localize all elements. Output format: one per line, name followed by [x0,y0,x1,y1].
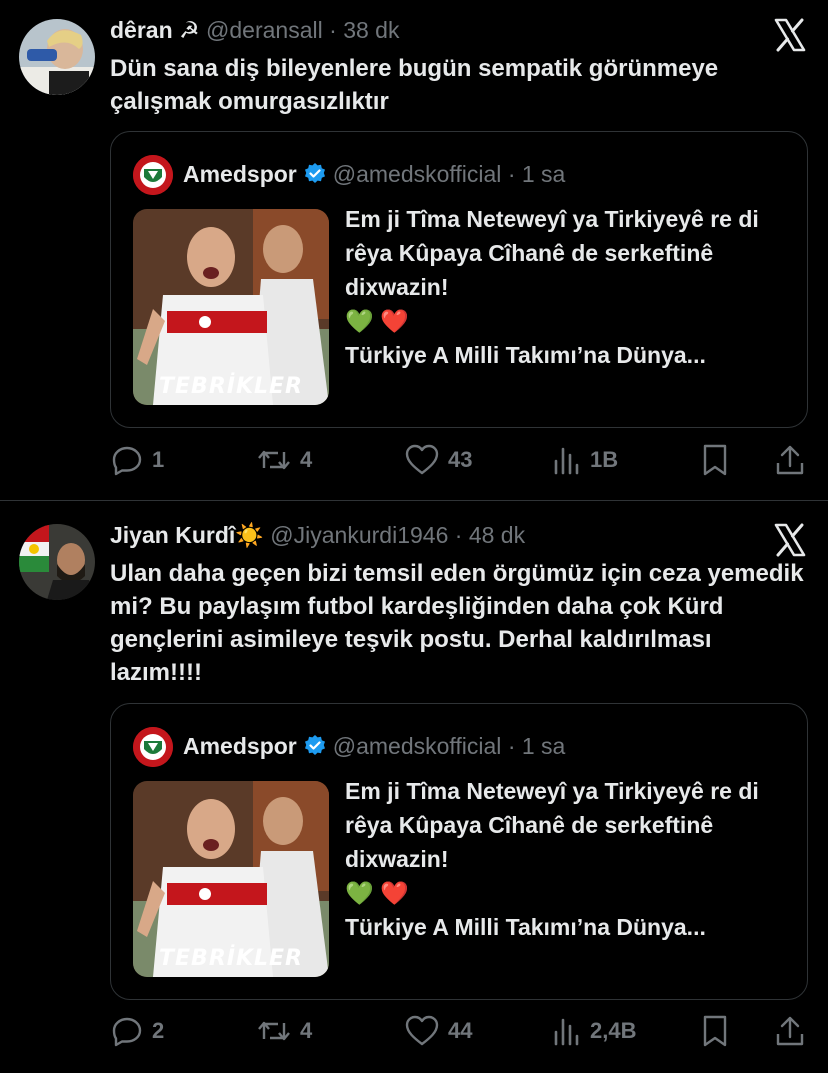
reply-icon [110,1014,144,1048]
heart-icon [404,443,440,477]
views-count: 2,4B [590,1018,637,1043]
reply-button[interactable]: 1 [110,442,164,478]
repost-count: 4 [300,447,313,472]
timestamp[interactable]: 38 dk [343,17,399,43]
avatar[interactable] [19,524,95,600]
views-button[interactable]: 2,4B [552,1013,636,1049]
quote-text-main: Em ji Tîma Neteweyî ya Tirkiyeyê re di r… [345,778,759,872]
quote-header: Amedspor @amedskofficial · 1 sa [183,159,565,193]
quote-text: Em ji Tîma Neteweyî ya Tirkiyeyê re di r… [345,774,785,944]
views-icon [552,443,582,477]
quote-author-name[interactable]: Amedspor [183,161,297,187]
reply-count: 1 [152,447,165,472]
timestamp[interactable]: 48 dk [469,522,525,548]
quote-text: Em ji Tîma Neteweyî ya Tirkiyeyê re di r… [345,202,785,372]
quoted-tweet[interactable]: Amedspor @amedskofficial · 1 sa TEBRİKLER… [110,131,808,428]
bookmark-icon [700,443,730,477]
verified-badge-icon [303,162,327,193]
heart-emojis: 💚 ❤️ [345,308,409,334]
quote-text-second: Türkiye A Milli Takımı’na Dünya... [345,342,706,368]
quote-header: Amedspor @amedskofficial · 1 sa [183,731,565,765]
repost-button[interactable]: 4 [256,1013,312,1049]
quote-author-name[interactable]: Amedspor [183,733,297,759]
quote-media-image[interactable]: TEBRİKLER [133,209,329,405]
reply-count: 2 [152,1018,165,1043]
tweet-header: dêran ☭ @deransall · 38 dk [110,15,399,45]
repost-icon [256,1014,292,1048]
separator-dot: · [507,161,516,187]
repost-button[interactable]: 4 [256,442,312,478]
quoted-tweet[interactable]: Amedspor @amedskofficial · 1 sa TEBRİKLER… [110,703,808,1000]
quote-avatar[interactable] [133,727,173,767]
bookmark-icon [700,1014,730,1048]
reply-button[interactable]: 2 [110,1013,164,1049]
bookmark-button[interactable] [700,442,730,478]
like-count: 44 [448,1018,473,1043]
views-icon [552,1014,582,1048]
avatar[interactable] [19,19,95,95]
x-logo-icon[interactable] [772,522,808,558]
quote-avatar[interactable] [133,155,173,195]
tweet-text: Ulan daha geçen bizi temsil eden örgümüz… [110,560,804,686]
tweet[interactable]: dêran ☭ @deransall · 38 dk Dün sana diş … [0,0,828,500]
tweet-divider [0,500,828,501]
like-count: 43 [448,447,473,472]
quote-text-second: Türkiye A Milli Takımı’na Dünya... [345,914,706,940]
tweet-text: Dün sana diş bileyenlere bugün sempatik … [110,55,719,115]
share-icon [774,1014,806,1048]
heart-icon [404,1014,440,1048]
x-logo-icon[interactable] [772,17,808,53]
tweet-actions: 2 4 44 2,4B [110,1013,810,1049]
author-name[interactable]: Jiyan Kurdî [110,522,235,548]
author-emoji: ☭ [179,17,200,43]
author-name[interactable]: dêran [110,17,173,43]
quote-media-image[interactable]: TEBRİKLER [133,781,329,977]
like-button[interactable]: 43 [404,442,472,478]
separator-dot: · [507,733,516,759]
views-button[interactable]: 1B [552,442,618,478]
image-caption: TEBRİKLER [159,374,303,399]
author-handle[interactable]: @deransall [206,17,323,43]
bookmark-button[interactable] [700,1013,730,1049]
share-icon [774,443,806,477]
tweet[interactable]: Jiyan Kurdî☀️ @Jiyankurdi1946 · 48 dk Ul… [0,503,828,1073]
tweet-actions: 1 4 43 1B [110,442,810,478]
quote-timestamp[interactable]: 1 sa [522,161,565,187]
share-button[interactable] [774,442,806,478]
like-button[interactable]: 44 [404,1013,472,1049]
separator-dot: · [329,17,337,43]
author-emoji: ☀️ [235,522,264,548]
quote-timestamp[interactable]: 1 sa [522,733,565,759]
heart-emojis: 💚 ❤️ [345,880,409,906]
image-caption: TEBRİKLER [159,946,303,971]
tweet-header: Jiyan Kurdî☀️ @Jiyankurdi1946 · 48 dk [110,520,525,550]
repost-count: 4 [300,1018,313,1043]
views-count: 1B [590,447,619,472]
share-button[interactable] [774,1013,806,1049]
quote-author-handle[interactable]: @amedskofficial [333,733,502,759]
repost-icon [256,443,292,477]
author-handle[interactable]: @Jiyankurdi1946 [270,522,448,548]
quote-author-handle[interactable]: @amedskofficial [333,161,502,187]
reply-icon [110,443,144,477]
separator-dot: · [454,522,463,548]
quote-text-main: Em ji Tîma Neteweyî ya Tirkiyeyê re di r… [345,206,759,300]
verified-badge-icon [303,734,327,765]
